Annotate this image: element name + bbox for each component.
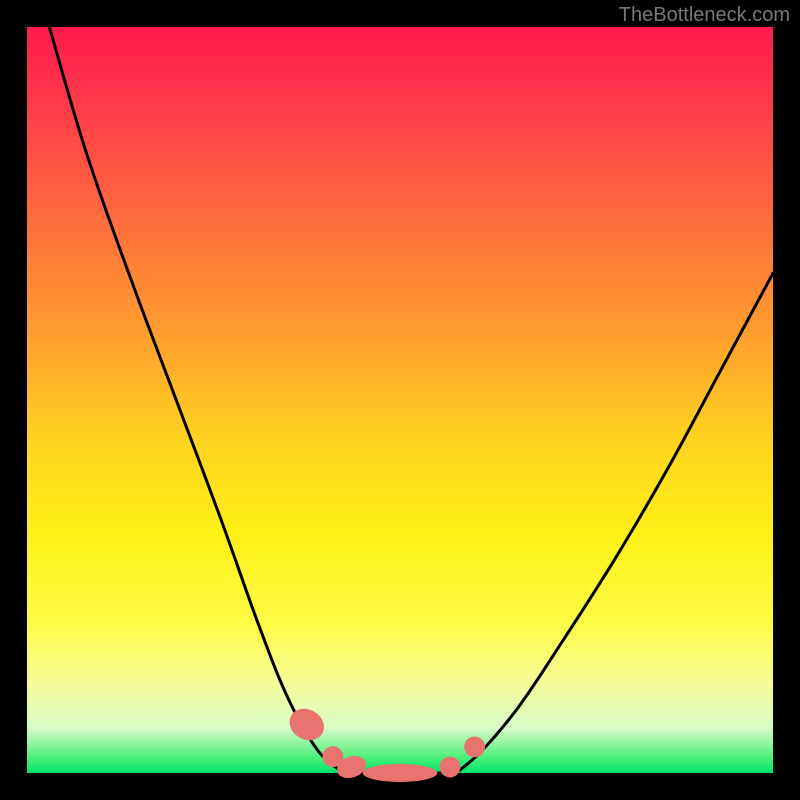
trough-marker-5 — [464, 736, 485, 757]
curve-layer — [27, 27, 773, 773]
plot-area — [27, 27, 773, 773]
watermark-text: TheBottleneck.com — [619, 4, 790, 27]
curve-left-branch — [49, 27, 344, 773]
trough-marker-0 — [284, 703, 330, 747]
chart-frame: TheBottleneck.com — [0, 0, 800, 800]
trough-marker-3 — [363, 764, 438, 782]
curve-right-branch — [456, 273, 773, 773]
trough-marker-4 — [440, 757, 461, 778]
